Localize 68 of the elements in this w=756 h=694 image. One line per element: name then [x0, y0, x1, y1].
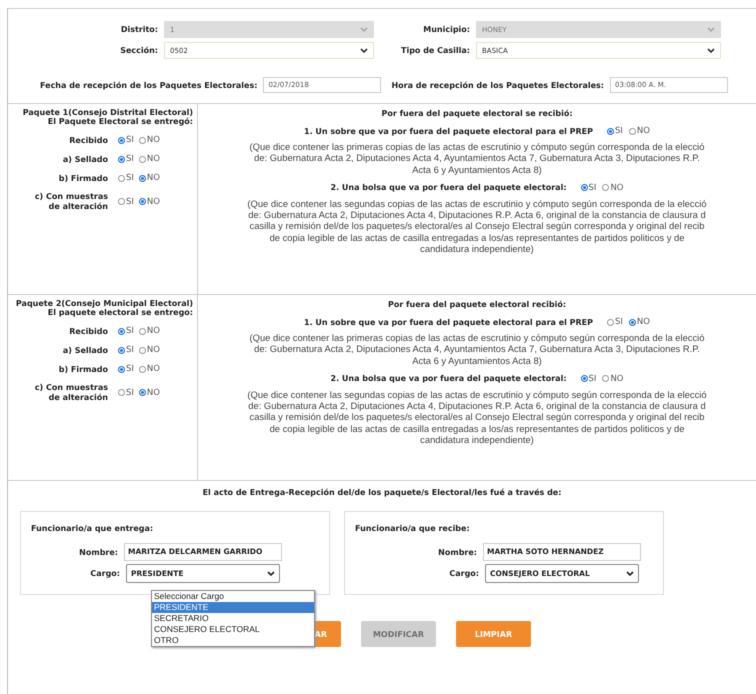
- radio-option[interactable]: SI: [118, 173, 134, 184]
- chevron-down-icon: [360, 26, 368, 32]
- check-label: Recibido: [68, 136, 108, 146]
- radio-option[interactable]: SI: [580, 374, 596, 384]
- section-heading: Por fuera del paquete electoral se recibió:: [380, 109, 574, 118]
- radio-option[interactable]: NO: [138, 173, 160, 184]
- radio-option[interactable]: NO: [138, 326, 160, 336]
- radio-option[interactable]: NO: [628, 317, 650, 327]
- chevron-down-icon: [707, 48, 715, 54]
- question-text: 1. Un sobre que va por fuera del paquete electoral para el PREP: [304, 318, 594, 326]
- field-label: Sección:: [119, 46, 158, 55]
- note-text: (Que dice contener las primeras copias de las actas de escrutinio y cómputo según corresponda de la elecció de: Gubernatura Acta 2, Diputaciones Acta 4, Ayuntamientos Acta 7, Gubernatura Acta 3, Diputaciones R.P. Acta 6 y Ayuntamientos Acta 8): [248, 332, 706, 366]
- radio-option[interactable]: SI: [580, 182, 596, 193]
- dropdown-option[interactable]: SECRETARIO: [152, 613, 314, 624]
- package-title: Paquete 2(Consejo Municipal Electoral) El paquete electoral se entrego:: [14, 299, 194, 318]
- radio-option[interactable]: SI: [118, 154, 134, 164]
- radio-option[interactable]: NO: [138, 364, 160, 374]
- radio-option[interactable]: NO: [138, 154, 160, 164]
- radio-option[interactable]: NO: [138, 345, 160, 356]
- section-heading: Por fuera del paquete electoral recibió:: [386, 300, 568, 309]
- radio-option[interactable]: SI: [118, 326, 134, 336]
- dropdown-option[interactable]: Seleccionar Cargo: [152, 591, 314, 602]
- check-label: b) Firmado: [58, 364, 108, 374]
- dropdown-option[interactable]: PRESIDENTE: [152, 602, 314, 613]
- dropdown-option[interactable]: CONSEJERO ELECTORAL: [152, 624, 314, 635]
- question-text: 2. Una bolsa que va por fuera del paquete electoral:: [330, 374, 567, 384]
- package-title: Paquete 1(Consejo Distrital Electoral) El Paquete Electoral se entregó:: [22, 108, 194, 126]
- field-label: Nombre:: [437, 548, 477, 556]
- question-text: 1. Un sobre que va por fuera del paquete electoral para el PREP: [304, 126, 594, 136]
- check-label: Recibido: [68, 326, 108, 336]
- check-label: a) Sellado: [62, 154, 108, 164]
- field-label: Fecha de recepción de los Paquetes Electorales:: [40, 80, 258, 90]
- check-label: a) Sellado: [62, 346, 108, 356]
- dropdown-option[interactable]: OTRO: [152, 635, 314, 646]
- radio-option[interactable]: NO: [138, 196, 160, 207]
- note-text: (Que dice contener las segundas copias de las actas de escrutinio y cómputo según corresponda de la elecció de: Gubernatura Acta 2, Diputaciones Acta 4, Diputaciones R.P. Acta 6, original de la constancia de clausura d casilla y remisión del/de los paquetes/s electoral/es al Consejo Electral según corresponda y original del recib de copia legible de las actas de casilla entregadas a los/as representantes de partidos politicos y de candidatura independiente): [246, 198, 708, 254]
- chevron-down-icon: [267, 570, 275, 576]
- radio-option[interactable]: SI: [607, 126, 623, 136]
- radio-option[interactable]: SI: [118, 196, 134, 207]
- card-title: Funcionario/a que recibe:: [355, 524, 471, 533]
- chevron-down-icon: [360, 48, 368, 54]
- field-label: Tipo de Casilla:: [400, 46, 470, 55]
- chevron-down-icon: [626, 570, 634, 576]
- check-label: c) Con muestras de alteración: [34, 192, 108, 212]
- field-label: Municipio:: [422, 25, 470, 34]
- field-label: Cargo:: [448, 569, 479, 578]
- radio-option[interactable]: NO: [602, 182, 624, 193]
- card-title: Funcionario/a que entrega:: [31, 524, 154, 533]
- check-label: c) Con muestras de alteración: [34, 383, 108, 403]
- check-label: b) Firmado: [58, 174, 108, 184]
- field-label: Cargo:: [89, 569, 120, 578]
- radio-option[interactable]: SI: [118, 388, 134, 398]
- field-label: Hora de recepción de los Paquetes Electorales:: [391, 80, 604, 90]
- field-label: Distrito:: [120, 25, 158, 34]
- radio-option[interactable]: NO: [602, 374, 624, 384]
- section-heading: El acto de Entrega-Recepción del/de los paquete/s Electoral/les fué a través de:: [202, 488, 562, 497]
- radio-option[interactable]: NO: [138, 388, 160, 398]
- radio-option[interactable]: SI: [118, 135, 134, 146]
- note-text: (Que dice contener las segundas copias de las actas de escrutinio y cómputo según corresponda de la elecció de: Gubernatura Acta 2, Diputaciones Acta 4, Diputaciones R.P. Acta 6, original de la constancia de clausura d casilla y remisión del/de los paquetes/s electoral/es al Consejo Electral según corresponda y original del recib de copia legible de las actas de casilla entregadas a los/as representantes de partidos politicos y de candidatura independiente): [246, 388, 708, 446]
- radio-option[interactable]: NO: [628, 126, 650, 136]
- radio-option[interactable]: SI: [607, 317, 623, 327]
- field-label: Nombre:: [78, 548, 118, 556]
- question-text: 2. Una bolsa que va por fuera del paquete electoral:: [330, 183, 567, 192]
- radio-option[interactable]: NO: [138, 135, 160, 146]
- chevron-down-icon: [707, 26, 715, 32]
- radio-option[interactable]: SI: [118, 345, 134, 356]
- radio-option[interactable]: SI: [118, 364, 134, 374]
- note-text: (Que dice contener las primeras copias de las actas de escrutinio y cómputo según corresponda de la elecció de: Gubernatura Acta 2, Diputaciones Acta 4, Ayuntamientos Acta 7, Gubernatura Acta 3, Diputaciones R.P. Acta 6 y Ayuntamientos Acta 8): [248, 141, 706, 175]
